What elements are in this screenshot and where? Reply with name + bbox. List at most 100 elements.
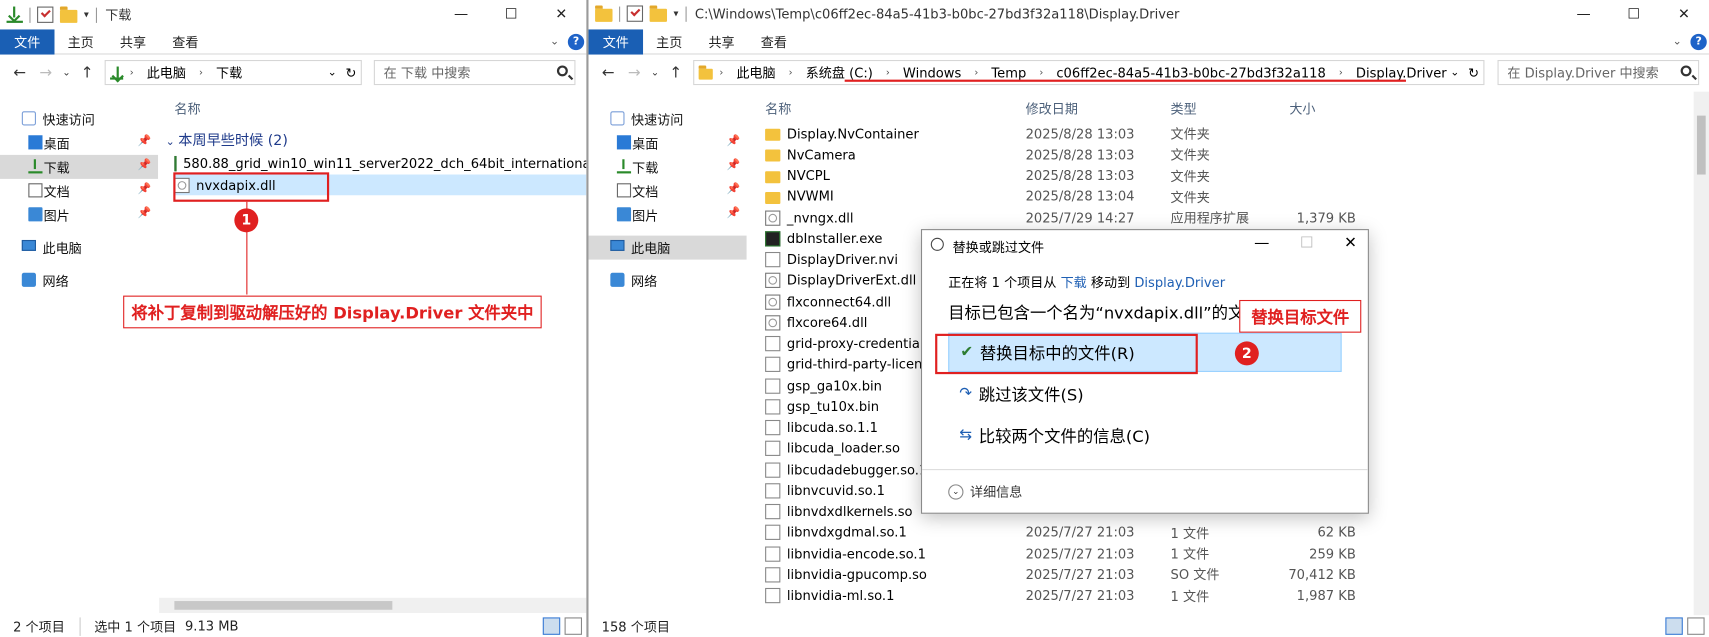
maximize-button[interactable]: ☐ bbox=[486, 0, 536, 29]
nav-item-pictures[interactable]: 图片 📌 bbox=[0, 203, 158, 227]
compare-option[interactable]: ⇆ 比较两个文件的信息(C) bbox=[948, 416, 1150, 455]
nav-item-desktop[interactable]: 桌面 📌 bbox=[0, 131, 158, 155]
search-input[interactable]: 在 下载 中搜索 bbox=[373, 59, 576, 86]
expand-ribbon-icon[interactable]: ⌄ bbox=[550, 36, 559, 48]
file-row[interactable]: libnvidia-gpucomp.so 2025/7/27 21:03 SO 文件… bbox=[765, 564, 1356, 585]
breadcrumb-separator[interactable]: › bbox=[123, 67, 140, 78]
refresh-icon[interactable]: ↻ bbox=[345, 65, 356, 80]
address-dropdown-icon[interactable]: ⌄ bbox=[1450, 67, 1459, 79]
tab-file[interactable]: 文件 bbox=[588, 28, 644, 54]
tab-home[interactable]: 主页 bbox=[643, 29, 695, 54]
scroll-thumb[interactable] bbox=[174, 601, 393, 610]
scroll-thumb[interactable] bbox=[1696, 115, 1706, 175]
breadcrumb-item[interactable]: Windows bbox=[896, 65, 967, 80]
forward-button[interactable]: → bbox=[35, 64, 57, 81]
nav-item-desktop[interactable]: 桌面 📌 bbox=[589, 131, 747, 155]
details-toggle[interactable]: ⌄ 详细信息 bbox=[922, 469, 1368, 513]
expand-ribbon-icon[interactable]: ⌄ bbox=[1673, 36, 1682, 48]
breadcrumb-separator[interactable]: › bbox=[193, 67, 210, 78]
column-header-name[interactable]: 名称 bbox=[765, 96, 791, 120]
tab-share[interactable]: 共享 bbox=[695, 29, 747, 54]
help-icon[interactable]: ? bbox=[567, 33, 585, 51]
nav-item-downloads[interactable]: 下载 📌 bbox=[589, 155, 747, 179]
minimize-button[interactable]: — bbox=[1559, 0, 1609, 29]
close-button[interactable]: ✕ bbox=[536, 0, 586, 29]
forward-button[interactable]: → bbox=[623, 64, 645, 81]
file-row[interactable]: NVWMI 2025/8/28 13:04 文件夹 bbox=[765, 186, 1354, 207]
nav-item-downloads[interactable]: 下载 📌 bbox=[0, 154, 159, 179]
nav-item-pictures[interactable]: 图片 📌 bbox=[589, 203, 747, 227]
vertical-scrollbar[interactable] bbox=[1693, 91, 1709, 616]
column-header-type[interactable]: 类型 bbox=[1171, 96, 1197, 120]
download-icon[interactable] bbox=[6, 6, 23, 23]
refresh-icon[interactable]: ↻ bbox=[1468, 65, 1479, 80]
breadcrumb-item[interactable]: Temp bbox=[985, 65, 1033, 80]
tab-view[interactable]: 查看 bbox=[748, 29, 800, 54]
breadcrumb-item[interactable]: 此电脑 bbox=[730, 63, 782, 82]
tab-share[interactable]: 共享 bbox=[107, 29, 159, 54]
up-button[interactable]: ↑ bbox=[665, 64, 687, 81]
nav-quick-access[interactable]: 快速访问 bbox=[589, 107, 747, 131]
tab-home[interactable]: 主页 bbox=[55, 29, 107, 54]
file-row[interactable]: _nvngx.dll 2025/7/29 14:27 应用程序扩展 1,379 KB bbox=[765, 207, 1356, 228]
new-folder-icon[interactable] bbox=[649, 4, 668, 22]
breadcrumb-item[interactable]: Display.Driver bbox=[1349, 65, 1453, 80]
breadcrumb-separator[interactable]: › bbox=[713, 67, 730, 78]
column-header-name[interactable]: 名称 bbox=[174, 96, 200, 120]
new-folder-icon[interactable] bbox=[59, 5, 78, 23]
minimize-button[interactable]: — bbox=[436, 0, 486, 29]
nav-this-pc[interactable]: 此电脑 bbox=[588, 235, 747, 260]
file-row[interactable]: NvCamera 2025/8/28 13:03 文件夹 bbox=[765, 144, 1354, 165]
file-row[interactable]: libnvidia-ml.so.1 2025/7/27 21:03 1 文件 1,98… bbox=[765, 585, 1356, 606]
breadcrumb-separator[interactable]: › bbox=[1332, 67, 1349, 78]
details-view-button[interactable] bbox=[1665, 617, 1683, 635]
close-button[interactable]: ✕ bbox=[1344, 235, 1357, 252]
back-button[interactable]: ← bbox=[9, 64, 31, 81]
address-dropdown-icon[interactable]: ⌄ bbox=[328, 67, 337, 79]
file-row[interactable]: Display.NvContainer 2025/8/28 13:03 文件夹 bbox=[765, 123, 1354, 144]
back-button[interactable]: ← bbox=[597, 64, 619, 81]
details-view-button[interactable] bbox=[542, 617, 561, 635]
breadcrumb-separator[interactable]: › bbox=[782, 67, 799, 78]
nav-network[interactable]: 网络 bbox=[589, 268, 747, 292]
search-input[interactable]: 在 Display.Driver 中搜索 bbox=[1497, 59, 1700, 86]
tab-file[interactable]: 文件 bbox=[0, 28, 55, 54]
breadcrumb-separator[interactable]: › bbox=[879, 67, 896, 78]
file-row[interactable]: libnvdxgdmal.so.1 2025/7/27 21:03 1 文件 62 K… bbox=[765, 522, 1356, 543]
recent-locations-dropdown[interactable]: ⌄ bbox=[61, 68, 72, 79]
nav-item-documents[interactable]: 文档 📌 bbox=[0, 179, 158, 203]
tab-view[interactable]: 查看 bbox=[159, 29, 211, 54]
large-icons-view-button[interactable] bbox=[564, 617, 583, 635]
large-icons-view-button[interactable] bbox=[1687, 617, 1705, 635]
file-row[interactable]: libnvidia-encode.so.1 2025/7/27 21:03 1 文件… bbox=[765, 543, 1356, 564]
breadcrumb-item[interactable]: c06ff2ec-84a5-41b3-b0bc-27bd3f32a118 bbox=[1050, 65, 1333, 80]
destination-link[interactable]: Display.Driver bbox=[1134, 275, 1225, 290]
breadcrumb-item[interactable]: 此电脑 bbox=[140, 63, 192, 82]
maximize-button[interactable]: ☐ bbox=[1609, 0, 1659, 29]
recent-locations-dropdown[interactable]: ⌄ bbox=[650, 68, 661, 79]
file-row[interactable]: NVCPL 2025/8/28 13:03 文件夹 bbox=[765, 165, 1354, 186]
quick-access-toolbar-dropdown[interactable]: ▾ bbox=[84, 9, 89, 20]
group-header[interactable]: ⌄ 本周早些时候 (2) bbox=[166, 129, 288, 149]
nav-quick-access[interactable]: 快速访问 bbox=[0, 107, 158, 131]
up-button[interactable]: ↑ bbox=[76, 64, 98, 81]
skip-option[interactable]: ↷ 跳过该文件(S) bbox=[948, 374, 1083, 413]
properties-icon[interactable] bbox=[626, 5, 644, 22]
breadcrumb-separator[interactable]: › bbox=[968, 67, 985, 78]
nav-network[interactable]: 网络 bbox=[0, 268, 158, 292]
close-button[interactable]: ✕ bbox=[1659, 0, 1709, 29]
nav-item-documents[interactable]: 文档 📌 bbox=[589, 179, 747, 203]
breadcrumb-separator[interactable]: › bbox=[1033, 67, 1050, 78]
source-link[interactable]: 下载 bbox=[1061, 275, 1087, 290]
file-row[interactable]: 580.88_grid_win10_win11_server2022_dch_6… bbox=[174, 153, 586, 174]
horizontal-scrollbar[interactable] bbox=[159, 597, 587, 614]
properties-icon[interactable] bbox=[37, 6, 54, 23]
quick-access-toolbar-dropdown[interactable]: ▾ bbox=[674, 8, 679, 19]
minimize-button[interactable]: — bbox=[1254, 235, 1269, 252]
column-header-date[interactable]: 修改日期 bbox=[1026, 96, 1078, 120]
breadcrumb-item[interactable]: 下载 bbox=[210, 63, 249, 82]
column-header-size[interactable]: 大小 bbox=[1289, 96, 1315, 120]
help-icon[interactable]: ? bbox=[1690, 33, 1707, 51]
nav-this-pc[interactable]: 此电脑 bbox=[0, 236, 158, 260]
breadcrumb[interactable]: › 此电脑 › 下载 ⌄ ↻ bbox=[104, 59, 362, 86]
